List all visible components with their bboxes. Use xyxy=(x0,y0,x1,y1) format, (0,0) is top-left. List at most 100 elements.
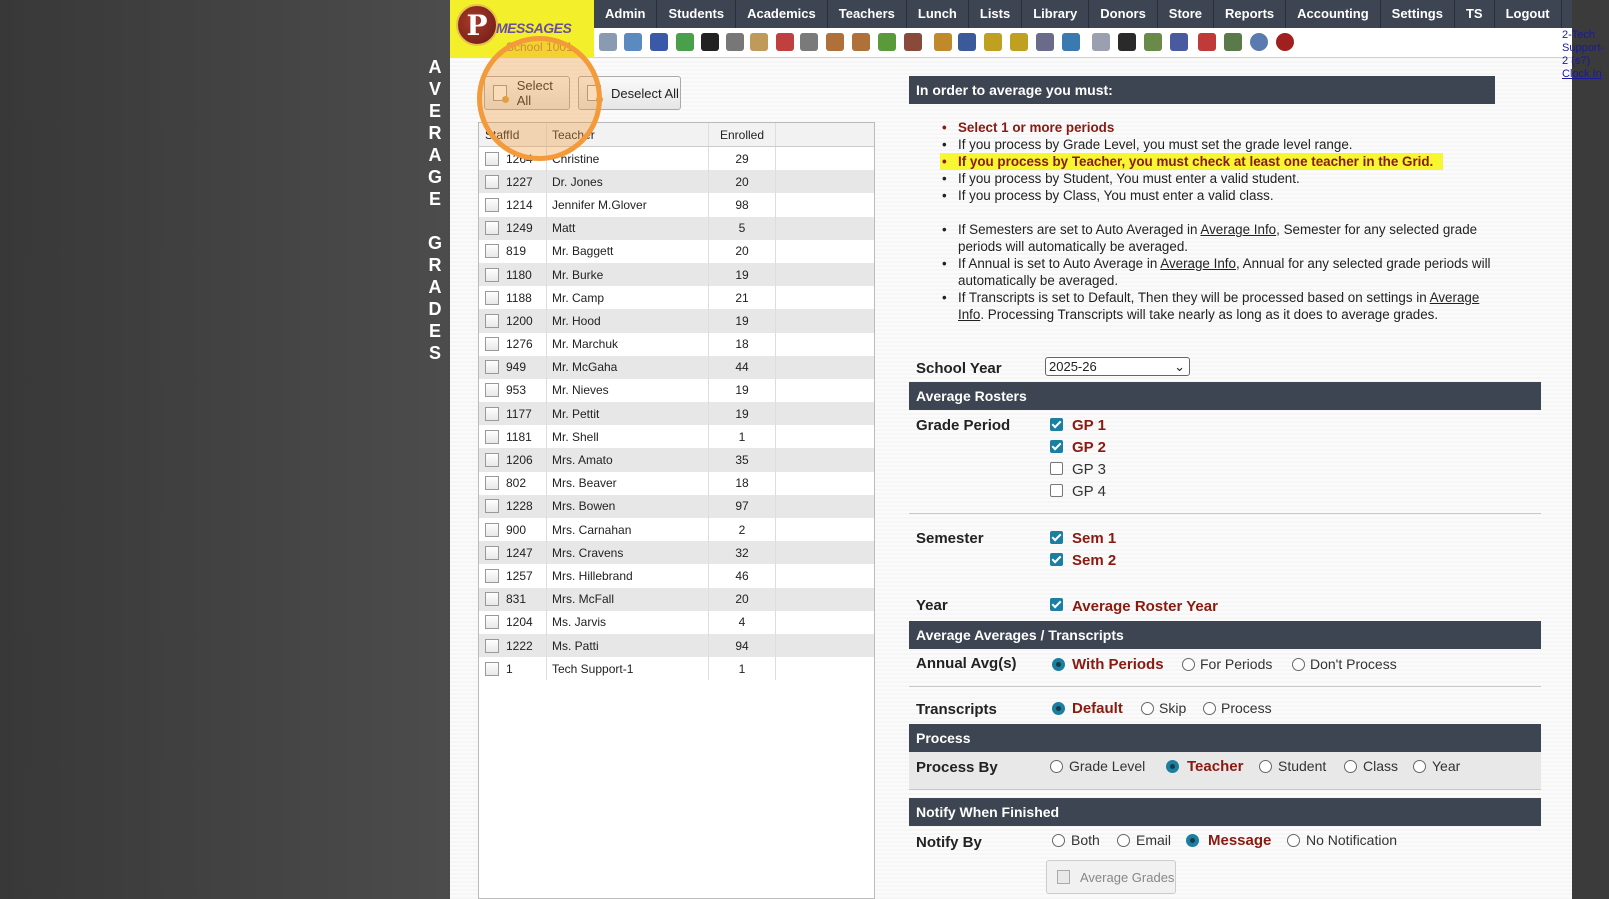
row-checkbox[interactable] xyxy=(485,661,499,676)
table-row[interactable]: 1206 Mrs. Amato 35 xyxy=(479,448,874,472)
table-row[interactable]: 1264 Christine 29 xyxy=(479,147,874,171)
annual-1-radio[interactable] xyxy=(1182,658,1195,671)
search-icon[interactable] xyxy=(599,33,617,51)
table-row[interactable]: 1181 Mr. Shell 1 xyxy=(479,425,874,449)
year-checkbox[interactable] xyxy=(1050,598,1063,611)
deselect-all-button[interactable]: Deselect All xyxy=(578,76,681,110)
teacher-icon[interactable] xyxy=(826,33,844,51)
table-row[interactable]: 1177 Mr. Pettit 19 xyxy=(479,402,874,426)
nav-admin[interactable]: Admin xyxy=(594,0,658,28)
row-checkbox[interactable] xyxy=(485,174,499,189)
row-checkbox[interactable] xyxy=(485,337,499,352)
nav-academics[interactable]: Academics xyxy=(736,0,828,28)
ap-icon[interactable] xyxy=(1170,33,1188,51)
header-enrolled[interactable]: Enrolled xyxy=(709,123,776,146)
average-info-link[interactable]: Average Info xyxy=(1160,256,1236,271)
chat-icon[interactable] xyxy=(676,33,694,51)
row-checkbox[interactable] xyxy=(485,197,499,212)
table-row[interactable]: 1222 Ms. Patti 94 xyxy=(479,633,874,658)
clock-icon[interactable] xyxy=(1062,33,1080,51)
nav-settings[interactable]: Settings xyxy=(1381,0,1455,28)
power-icon[interactable] xyxy=(1276,33,1294,51)
notify-1-radio[interactable] xyxy=(1117,834,1130,847)
process-1-radio[interactable] xyxy=(1166,760,1179,773)
calendar-icon[interactable] xyxy=(776,33,794,51)
header-staffid[interactable]: StaffId xyxy=(479,123,547,146)
select-all-button[interactable]: Select All xyxy=(484,76,570,110)
row-checkbox[interactable] xyxy=(485,638,499,653)
table-row[interactable]: 1204 Ms. Jarvis 4 xyxy=(479,610,874,634)
table-row[interactable]: 1180 Mr. Burke 19 xyxy=(479,262,874,287)
nav-reports[interactable]: Reports xyxy=(1214,0,1287,28)
nav-donors[interactable]: Donors xyxy=(1089,0,1158,28)
nav-library[interactable]: Library xyxy=(1022,0,1090,28)
pdf-icon[interactable] xyxy=(1198,33,1216,51)
table-row[interactable]: 1200 Mr. Hood 19 xyxy=(479,309,874,333)
row-checkbox[interactable] xyxy=(485,406,499,421)
person-icon[interactable] xyxy=(1036,33,1054,51)
row-checkbox[interactable] xyxy=(485,151,499,166)
annual-0-radio[interactable] xyxy=(1052,658,1065,671)
group-icon[interactable] xyxy=(904,33,922,51)
folder-icon[interactable] xyxy=(1010,33,1028,51)
transcript-1-radio[interactable] xyxy=(1141,702,1154,715)
help-icon[interactable] xyxy=(1250,33,1268,51)
average-grades-button[interactable]: Average Grades xyxy=(1046,860,1176,894)
row-checkbox[interactable] xyxy=(485,313,499,328)
eraser-icon[interactable] xyxy=(878,33,896,51)
book-icon[interactable] xyxy=(958,33,976,51)
notify-0-radio[interactable] xyxy=(1052,834,1065,847)
table-row[interactable]: 953 Mr. Nieves 19 xyxy=(479,378,874,403)
nav-store[interactable]: Store xyxy=(1158,0,1215,28)
nav-logout[interactable]: Logout xyxy=(1495,0,1562,28)
row-checkbox[interactable] xyxy=(485,568,499,583)
gp-4-checkbox[interactable] xyxy=(1050,484,1063,497)
table-row[interactable]: 900 Mrs. Carnahan 2 xyxy=(479,518,874,542)
process-2-radio[interactable] xyxy=(1259,760,1272,773)
school-year-select[interactable]: 2025-26 ⌄ xyxy=(1045,357,1190,376)
grid-icon[interactable] xyxy=(1092,33,1110,51)
at-icon[interactable] xyxy=(650,33,668,51)
row-checkbox[interactable] xyxy=(485,267,499,282)
nav-teachers[interactable]: Teachers xyxy=(828,0,907,28)
sem-1-checkbox[interactable] xyxy=(1050,531,1063,544)
table-row[interactable]: 819 Mr. Baggett 20 xyxy=(479,239,874,263)
table-row[interactable]: 949 Mr. McGaha 44 xyxy=(479,355,874,379)
row-checkbox[interactable] xyxy=(485,476,499,491)
nav-lunch[interactable]: Lunch xyxy=(907,0,969,28)
student-icon[interactable] xyxy=(852,33,870,51)
money-icon[interactable] xyxy=(1224,33,1242,51)
average-info-link[interactable]: Average Info xyxy=(1200,222,1276,237)
gp-3-checkbox[interactable] xyxy=(1050,462,1063,475)
card-icon[interactable] xyxy=(1118,33,1136,51)
table-icon[interactable] xyxy=(624,33,642,51)
clock-in-link[interactable]: Clock In xyxy=(1562,68,1604,81)
megaphone-icon[interactable] xyxy=(800,33,818,51)
phone-icon[interactable] xyxy=(701,33,719,51)
row-checkbox[interactable] xyxy=(485,290,499,305)
annual-2-radio[interactable] xyxy=(1292,658,1305,671)
row-checkbox[interactable] xyxy=(485,221,499,236)
table-row[interactable]: 1276 Mr. Marchuk 18 xyxy=(479,332,874,356)
calendar-icon[interactable] xyxy=(750,33,768,51)
row-checkbox[interactable] xyxy=(485,499,499,514)
logo[interactable]: P MESSAGES School 1001 xyxy=(450,0,594,58)
nav-students[interactable]: Students xyxy=(657,0,737,28)
process-0-radio[interactable] xyxy=(1050,760,1063,773)
gp-1-checkbox[interactable] xyxy=(1050,418,1063,431)
table-row[interactable]: 802 Mrs. Beaver 18 xyxy=(479,471,874,495)
table-row[interactable]: 1214 Jennifer M.Glover 98 xyxy=(479,193,874,217)
row-checkbox[interactable] xyxy=(485,615,499,630)
table-row[interactable]: 1228 Mrs. Bowen 97 xyxy=(479,494,874,518)
transcript-0-radio[interactable] xyxy=(1052,702,1065,715)
nav-lists[interactable]: Lists xyxy=(969,0,1023,28)
row-checkbox[interactable] xyxy=(485,453,499,468)
nav-ts[interactable]: TS xyxy=(1455,0,1495,28)
row-checkbox[interactable] xyxy=(485,360,499,375)
process-3-radio[interactable] xyxy=(1344,760,1357,773)
row-checkbox[interactable] xyxy=(485,545,499,560)
notify-2-radio[interactable] xyxy=(1186,834,1199,847)
row-checkbox[interactable] xyxy=(485,383,499,398)
table-row[interactable]: 1188 Mr. Camp 21 xyxy=(479,286,874,310)
process-4-radio[interactable] xyxy=(1413,760,1426,773)
